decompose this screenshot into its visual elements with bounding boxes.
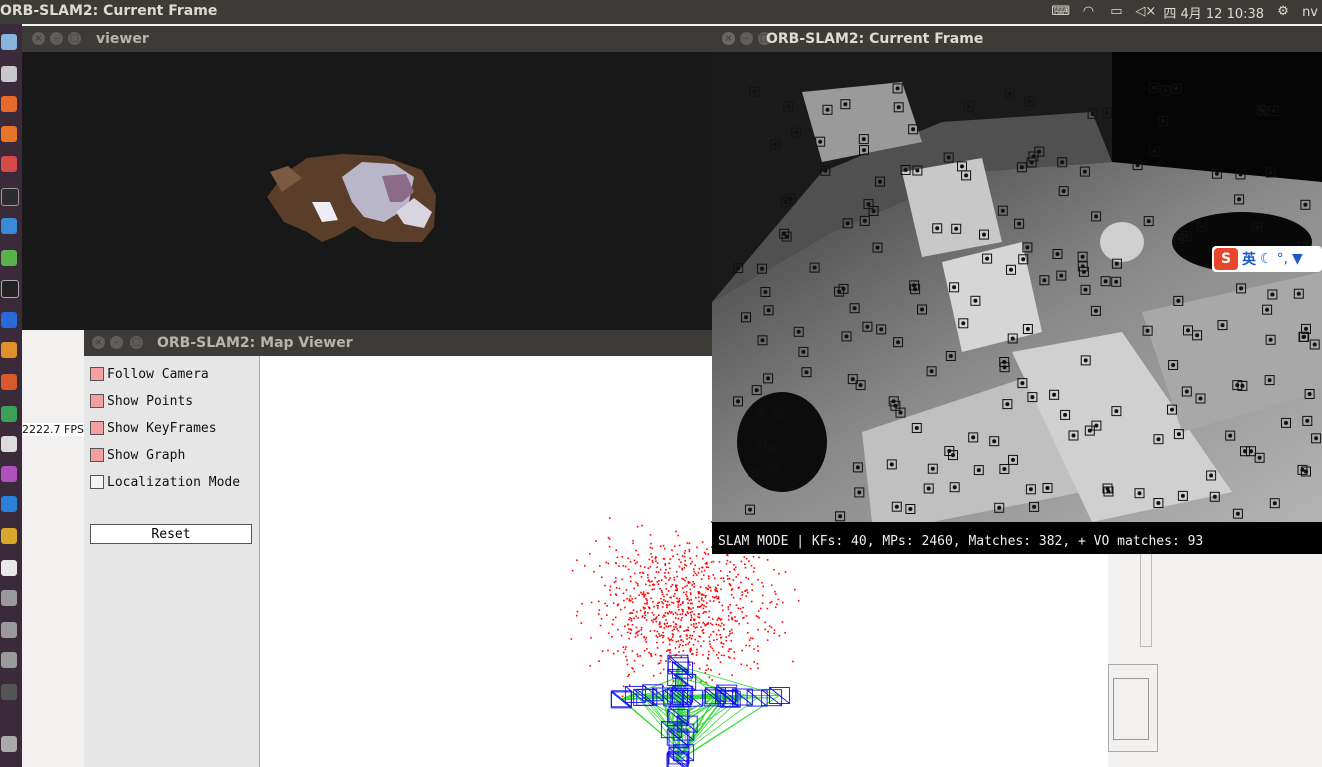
minimize-icon[interactable]: –: [740, 32, 753, 45]
window-title: ORB-SLAM2: Map Viewer: [157, 335, 353, 351]
checkbox[interactable]: [90, 421, 104, 435]
app-icon-yellow[interactable]: [1, 528, 17, 544]
unknown-app-icon[interactable]: [1, 622, 17, 638]
files-icon[interactable]: [1, 66, 17, 82]
unknown-app-icon[interactable]: [1, 652, 17, 668]
option-show-points[interactable]: Show Points: [90, 392, 193, 410]
system-tray: ⌨ ◠ ▭ ◁× 四 4月 12 10:38 ⚙ nv: [1051, 0, 1322, 24]
settings-gear-icon[interactable]: ⚙: [1274, 5, 1292, 19]
ime-toolbar[interactable]: S 英 ☾ °, ▼: [1212, 246, 1322, 272]
workspace-icon[interactable]: [1, 684, 17, 700]
current-frame-titlebar[interactable]: × – □ ORB-SLAM2: Current Frame: [712, 26, 1322, 52]
moon-icon[interactable]: ☾: [1260, 251, 1273, 267]
scrollbar[interactable]: [1140, 554, 1152, 647]
option-label: Show KeyFrames: [107, 420, 217, 436]
vscode-icon[interactable]: [1, 496, 17, 512]
maximize-icon[interactable]: □: [130, 336, 143, 349]
options-panel: Follow Camera Show Points Show KeyFrames…: [84, 356, 260, 767]
checkbox[interactable]: [90, 367, 104, 381]
option-show-keyframes[interactable]: Show KeyFrames: [90, 419, 217, 437]
point-cloud-render: [267, 154, 436, 242]
software-center-icon[interactable]: [1, 96, 17, 112]
checkbox[interactable]: [90, 475, 104, 489]
skin-icon[interactable]: ▼: [1292, 251, 1303, 267]
app-icon-green-2[interactable]: [1, 406, 17, 422]
checkbox[interactable]: [90, 394, 104, 408]
viewer-titlebar[interactable]: × – □ viewer: [22, 26, 712, 52]
background-window: [1108, 554, 1322, 767]
app-icon-purple[interactable]: [1, 466, 17, 482]
close-icon[interactable]: ×: [32, 32, 45, 45]
option-label: Localization Mode: [107, 474, 241, 490]
close-icon[interactable]: ×: [92, 336, 105, 349]
battery-icon[interactable]: ▭: [1107, 5, 1125, 19]
unknown-app-icon[interactable]: [1, 590, 17, 606]
slam-status-bar: SLAM MODE | KFs: 40, MPs: 2460, Matches:…: [718, 534, 1204, 549]
option-label: Show Graph: [107, 447, 186, 463]
option-label: Follow Camera: [107, 366, 209, 382]
firefox-icon[interactable]: [1, 126, 17, 142]
trash-icon[interactable]: [1, 736, 17, 752]
settings-icon[interactable]: [1, 156, 17, 172]
maximize-icon[interactable]: □: [68, 32, 81, 45]
fps-counter: 2222.7 FPS: [22, 423, 84, 436]
active-window-title: ORB-SLAM2: Current Frame: [0, 3, 218, 19]
option-localization-mode[interactable]: Localization Mode: [90, 473, 240, 491]
launcher: [0, 24, 22, 767]
volume-mute-icon[interactable]: ◁×: [1135, 5, 1156, 19]
camera-frame: [712, 52, 1322, 554]
current-frame-window: × – □ ORB-SLAM2: Current Frame SLAM MODE…: [712, 26, 1322, 554]
app-icon-green[interactable]: [1, 250, 17, 266]
option-follow-camera[interactable]: Follow Camera: [90, 365, 209, 383]
punctuation-icon[interactable]: °,: [1277, 251, 1288, 267]
matlab-icon[interactable]: [1, 374, 17, 390]
panel-frame-inner: [1113, 678, 1149, 740]
minimize-icon[interactable]: –: [110, 336, 123, 349]
window-title: viewer: [96, 31, 149, 47]
wifi-icon[interactable]: ◠: [1079, 5, 1097, 19]
monitor-icon[interactable]: [1, 218, 17, 234]
window-title: ORB-SLAM2: Current Frame: [766, 31, 984, 47]
option-show-graph[interactable]: Show Graph: [90, 446, 185, 464]
sogou-icon[interactable]: S: [1214, 248, 1238, 270]
text-editor-icon[interactable]: [1, 560, 17, 576]
dash-icon[interactable]: [1, 34, 17, 50]
pycharm-icon[interactable]: [1, 280, 19, 298]
checkbox[interactable]: [90, 448, 104, 462]
teamviewer-icon[interactable]: [1, 312, 17, 328]
ime-language[interactable]: 英: [1242, 249, 1256, 269]
keyboard-icon[interactable]: ⌨: [1051, 5, 1070, 19]
minimize-icon[interactable]: –: [50, 32, 63, 45]
covisibility-graph: [620, 662, 780, 763]
app-icon-orange[interactable]: [1, 342, 17, 358]
option-label: Show Points: [107, 393, 194, 409]
reset-button[interactable]: Reset: [90, 524, 252, 544]
point-cloud-view[interactable]: [22, 52, 712, 330]
user-name[interactable]: nv: [1302, 5, 1318, 20]
app-icon-grey[interactable]: [1, 436, 17, 452]
terminal-icon[interactable]: [1, 188, 19, 206]
top-panel: ORB-SLAM2: Current Frame ⌨ ◠ ▭ ◁× 四 4月 1…: [0, 0, 1322, 24]
close-icon[interactable]: ×: [722, 32, 735, 45]
viewer-window: × – □ viewer: [22, 26, 712, 330]
clock[interactable]: 四 4月 12 10:38: [1163, 3, 1264, 22]
